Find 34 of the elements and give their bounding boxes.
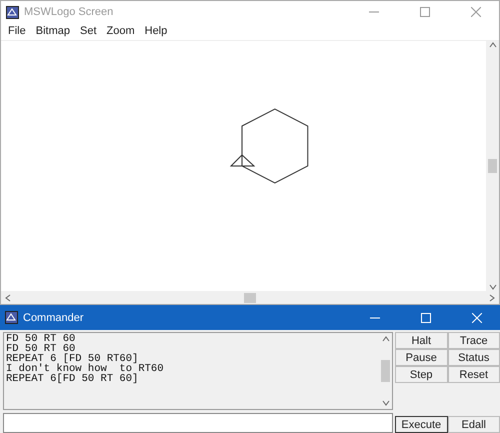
history-line: I don't know how to RT60 xyxy=(6,364,165,374)
command-button[interactable]: Reset xyxy=(448,366,500,383)
command-button[interactable]: Trace xyxy=(448,332,500,349)
menu-item[interactable]: File xyxy=(3,23,31,40)
command-button[interactable]: Edall xyxy=(448,416,500,433)
menu-item[interactable]: Set xyxy=(74,23,102,40)
scroll-thumb[interactable] xyxy=(488,159,497,173)
command-input[interactable] xyxy=(3,413,393,433)
horizontal-scrollbar[interactable] xyxy=(1,291,499,304)
command-button[interactable]: Execute xyxy=(395,416,448,433)
command-button[interactable]: Pause xyxy=(395,349,448,366)
command-button[interactable]: Halt xyxy=(395,332,448,349)
command-button[interactable]: Status xyxy=(448,349,500,366)
history-line: REPEAT 6[FD 50 RT 60] xyxy=(6,374,140,384)
menu-item[interactable]: Zoom xyxy=(102,23,140,40)
vertical-scrollbar[interactable] xyxy=(379,333,392,409)
scroll-thumb[interactable] xyxy=(244,292,256,302)
vertical-scrollbar[interactable] xyxy=(486,41,499,291)
history-line: FD 50 RT 60 xyxy=(6,344,76,354)
window-title: MSWLogo Screen xyxy=(24,6,114,18)
command-button[interactable]: Step xyxy=(395,366,448,383)
history-line: REPEAT 6 [FD 50 RT60] xyxy=(6,354,139,364)
app-logo-icon xyxy=(6,6,19,18)
scroll-thumb[interactable] xyxy=(381,360,390,382)
app-logo-icon xyxy=(5,311,18,324)
maximize-icon xyxy=(420,7,430,17)
menu-item[interactable]: Help xyxy=(140,23,172,40)
window-title: Commander xyxy=(23,312,85,324)
turtle-icon xyxy=(230,154,256,166)
maximize-icon xyxy=(421,312,431,322)
close-icon xyxy=(472,312,482,322)
close-icon xyxy=(471,7,481,17)
history-line: FD 50 RT 60 xyxy=(6,334,76,344)
menu-item[interactable]: Bitmap xyxy=(30,23,75,40)
